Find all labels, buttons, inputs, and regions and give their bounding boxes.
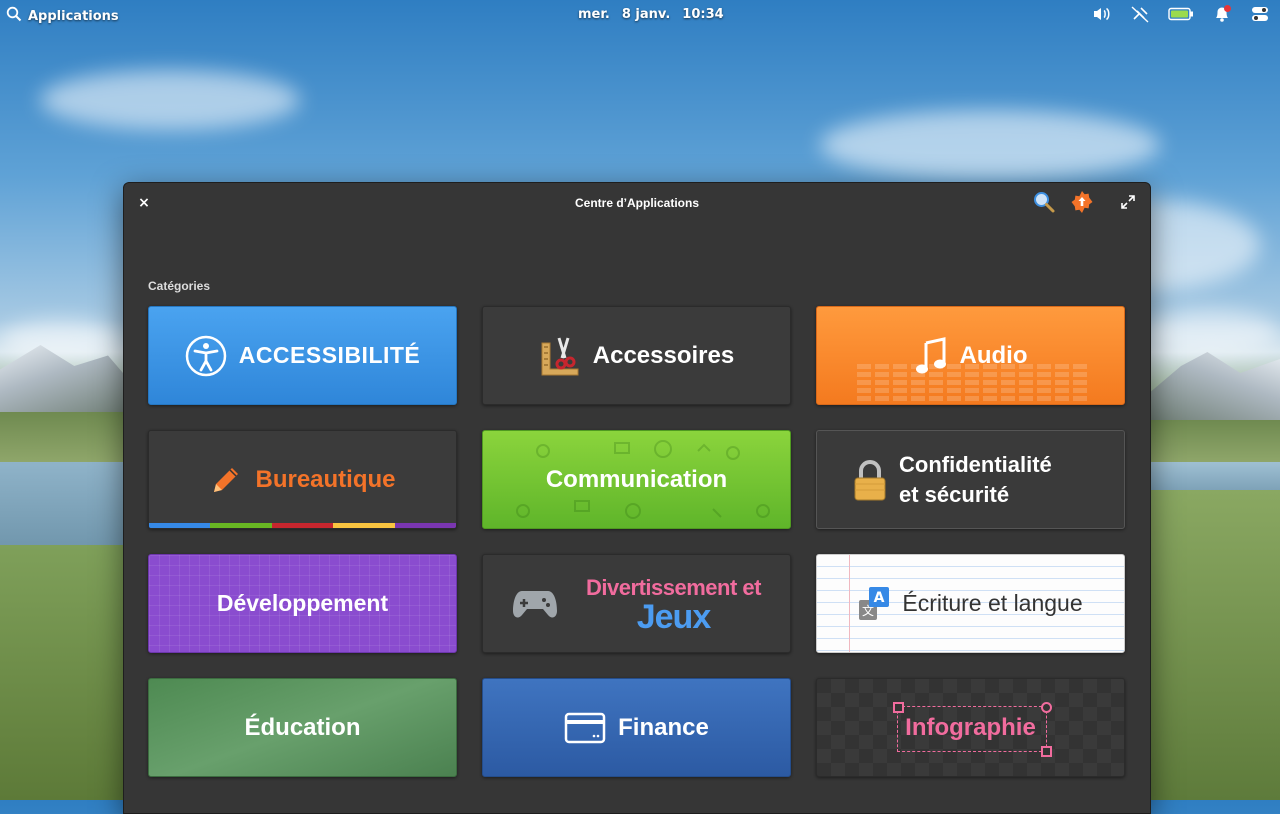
maximize-icon <box>1121 195 1135 209</box>
category-label: Écriture et langue <box>902 590 1083 616</box>
applications-menu[interactable]: Applications <box>6 6 119 26</box>
date-time-indicator[interactable]: mer. 8 janv. 10:34 <box>578 7 724 22</box>
appcenter-window: × Centre d’Applications Catégories ACCES… <box>123 182 1151 814</box>
category-finance[interactable]: Finance <box>482 678 791 777</box>
equalizer-pattern <box>857 364 1087 404</box>
category-label-line1: Confidentialité <box>899 451 1052 477</box>
network-icon[interactable] <box>1130 5 1150 23</box>
category-accessories[interactable]: Accessoires <box>482 306 791 405</box>
updates-button[interactable] <box>1070 190 1094 214</box>
padlock-icon <box>854 459 886 500</box>
category-label-line2: Jeux <box>636 597 711 636</box>
search-icon <box>6 6 22 26</box>
accessories-icon <box>541 337 579 375</box>
category-label: Communication <box>545 465 728 493</box>
search-button[interactable] <box>1032 190 1056 214</box>
clock-time: 10:34 <box>682 7 724 22</box>
credit-card-icon <box>564 712 606 743</box>
gamepad-icon <box>513 590 558 618</box>
category-label: ACCESSIBILITÉ <box>238 342 421 368</box>
clock-date: 8 janv. <box>621 7 671 22</box>
session-icon[interactable] <box>1250 5 1270 23</box>
category-label: Finance <box>618 713 709 741</box>
category-development[interactable]: Développement <box>148 554 457 653</box>
category-label-line2: et sécurité <box>899 481 1010 507</box>
category-privacy-security[interactable]: Confidentialité et sécurité <box>816 430 1125 529</box>
category-label: Infographie <box>905 713 1036 741</box>
category-label: Développement <box>216 590 389 616</box>
category-education[interactable]: Éducation <box>148 678 457 777</box>
categories-heading: Catégories <box>148 279 211 293</box>
svg-text:A: A <box>874 590 885 606</box>
color-stripe <box>149 523 456 528</box>
maximize-button[interactable] <box>1120 194 1136 210</box>
battery-icon[interactable] <box>1168 5 1194 23</box>
translate-icon: 文A <box>859 586 890 620</box>
accessibility-icon <box>185 335 226 376</box>
category-communication[interactable]: Communication <box>482 430 791 529</box>
category-office[interactable]: Bureautique <box>148 430 457 529</box>
updates-badge-icon <box>1071 191 1093 213</box>
category-label: Éducation <box>244 713 361 741</box>
category-graphics[interactable]: Infographie <box>816 678 1125 777</box>
category-writing-language[interactable]: 文A Écriture et langue <box>816 554 1125 653</box>
notifications-icon[interactable] <box>1212 5 1232 23</box>
category-label: Bureautique <box>255 465 396 493</box>
category-label: Accessoires <box>592 341 735 369</box>
category-accessibility[interactable]: ACCESSIBILITÉ <box>148 306 457 405</box>
category-games[interactable]: Divertissement et Jeux <box>482 554 791 653</box>
window-title: Centre d’Applications <box>574 196 699 210</box>
pencil-icon <box>214 467 239 492</box>
category-audio[interactable]: Audio <box>816 306 1125 405</box>
clock-day: mer. <box>578 7 610 22</box>
magnifier-icon <box>1034 192 1055 213</box>
applications-label: Applications <box>28 8 119 24</box>
volume-icon[interactable] <box>1092 5 1112 23</box>
top-panel: Applications mer. 8 janv. 10:34 <box>0 0 1280 28</box>
category-label-line1: Divertissement et <box>586 574 761 600</box>
